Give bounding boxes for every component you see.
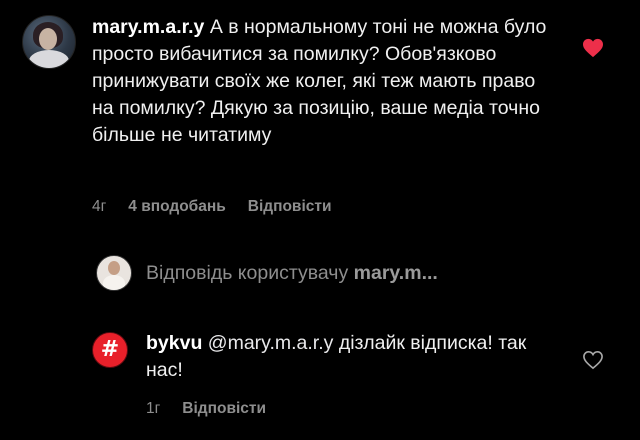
reply-time: 1г [146,400,161,417]
reply-thread-label: Відповідь користувачу [146,261,349,284]
reply-thread-user[interactable]: mary.m... [354,262,438,284]
reply-button[interactable]: Відповісти [182,400,266,418]
reply-body: bykvu @mary.m.a.r.y дізлайк відписка! та… [146,330,566,384]
reply-meta: 1г Відповісти [146,400,266,418]
avatar-face [108,261,120,275]
reply-thread-text: Відповідь користувачу mary.m... [146,262,438,285]
reply-thread-indicator[interactable]: Відповідь користувачу mary.m... [96,255,438,291]
reply-text: дізлайк відписка! так нас! [146,332,527,381]
reply-username[interactable]: bykvu [146,332,202,354]
heart-filled-icon[interactable] [582,38,604,58]
avatar-shirt [29,50,69,68]
comment-meta: 4г 4 вподобань Відповісти [92,198,332,216]
comment-time: 4г [92,198,107,215]
avatar-shirt [103,275,125,290]
avatar-face [39,28,57,50]
avatar-bykvu[interactable]: # [92,332,128,368]
reply-mention[interactable]: @mary.m.a.r.y [208,332,334,354]
heart-outline-icon[interactable] [582,350,604,370]
avatar[interactable] [22,15,76,69]
reply-button[interactable]: Відповісти [248,198,332,216]
hashtag-icon: # [100,337,120,362]
avatar [96,255,132,291]
comment-username[interactable]: mary.m.a.r.y [92,16,204,38]
comment-body: mary.m.a.r.y А в нормальному тоні не мож… [92,14,562,149]
comment-likes[interactable]: 4 вподобань [128,198,225,216]
